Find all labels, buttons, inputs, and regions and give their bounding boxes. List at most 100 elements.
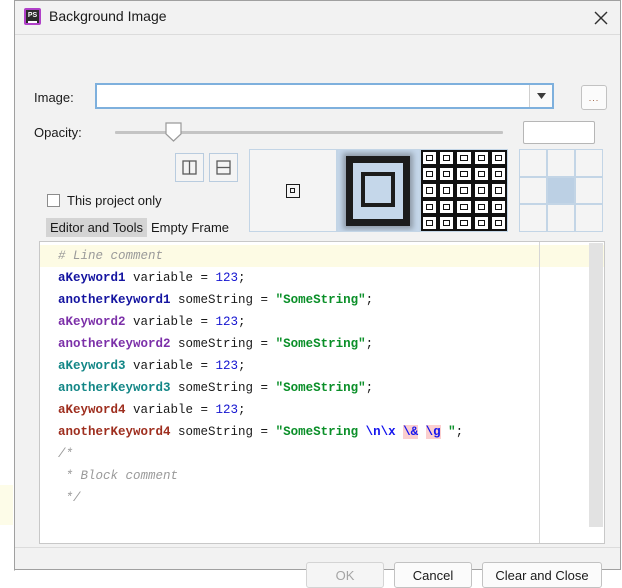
- tile-cell: [490, 150, 507, 166]
- code-token: variable =: [126, 403, 216, 417]
- checkbox-box[interactable]: [47, 194, 60, 207]
- code-token: "SomeString": [276, 337, 366, 351]
- scale-fill-icon: [346, 156, 410, 226]
- code-token: ": [441, 425, 456, 439]
- code-token: "SomeString": [276, 293, 366, 307]
- anchor-cell-middle-left[interactable]: [519, 177, 547, 205]
- tile-cell: [438, 166, 455, 182]
- code-token: \&: [403, 425, 418, 439]
- clear-and-close-button[interactable]: Clear and Close: [482, 562, 602, 588]
- chevron-down-icon[interactable]: [529, 85, 552, 107]
- tile-fill-icon: [421, 150, 507, 231]
- code-token: \n\x: [366, 425, 396, 439]
- tile-cell: [490, 182, 507, 198]
- tab-empty-frame[interactable]: Empty Frame: [147, 218, 233, 237]
- split-horizontal-icon: [216, 160, 231, 175]
- code-token: 123: [216, 271, 239, 285]
- code-token: */: [58, 491, 81, 505]
- anchor-cell-top-center[interactable]: [547, 149, 575, 177]
- tile-cell: [455, 150, 472, 166]
- code-token: anotherKeyword2: [58, 337, 171, 351]
- code-token: "SomeString: [276, 425, 366, 439]
- code-line: anotherKeyword3 someString = "SomeString…: [58, 377, 604, 399]
- tile-cell: [473, 215, 490, 231]
- code-token: someString =: [171, 425, 276, 439]
- preview-target-tabs: Editor and Tools Empty Frame: [46, 218, 233, 237]
- code-line: aKeyword3 variable = 123;: [58, 355, 604, 377]
- image-combobox[interactable]: [95, 83, 554, 109]
- opacity-spinner[interactable]: [523, 121, 595, 144]
- this-project-only-checkbox[interactable]: This project only: [47, 193, 162, 208]
- fill-mode-center[interactable]: [249, 149, 337, 232]
- code-token: variable =: [126, 271, 216, 285]
- anchor-cell-top-left[interactable]: [519, 149, 547, 177]
- tile-cell: [421, 215, 438, 231]
- fill-mode-scale[interactable]: [337, 149, 420, 232]
- split-vertical-button[interactable]: [175, 153, 204, 182]
- code-token: /*: [58, 447, 73, 461]
- code-token: someString =: [171, 381, 276, 395]
- code-line: * Block comment: [58, 465, 604, 487]
- code-token: aKeyword4: [58, 403, 126, 417]
- dialog-title: Background Image: [49, 8, 167, 24]
- anchor-cell-bottom-left[interactable]: [519, 204, 547, 232]
- code-token: "SomeString": [276, 381, 366, 395]
- code-preview-scrollbar[interactable]: [589, 243, 603, 527]
- anchor-cell-bottom-right[interactable]: [575, 204, 603, 232]
- code-token: variable =: [126, 315, 216, 329]
- fill-mode-tile[interactable]: [420, 149, 508, 232]
- tile-cell: [455, 215, 472, 231]
- code-line: anotherKeyword2 someString = "SomeString…: [58, 333, 604, 355]
- browse-image-button[interactable]: ...: [581, 85, 607, 110]
- code-token: \g: [426, 425, 441, 439]
- cancel-button[interactable]: Cancel: [394, 562, 472, 588]
- code-token: 123: [216, 403, 239, 417]
- tile-cell: [455, 166, 472, 182]
- anchor-cell-middle-right[interactable]: [575, 177, 603, 205]
- opacity-slider-thumb[interactable]: [165, 122, 182, 142]
- code-token: * Block comment: [58, 469, 178, 483]
- tile-cell: [421, 199, 438, 215]
- tile-cell: [438, 199, 455, 215]
- tile-cell: [438, 182, 455, 198]
- split-horizontal-button[interactable]: [209, 153, 238, 182]
- image-input[interactable]: [97, 85, 529, 107]
- code-line: aKeyword4 variable = 123;: [58, 399, 604, 421]
- browse-dots-icon: ...: [589, 96, 600, 100]
- dialog-body: Image: ... Opacity:: [15, 35, 620, 571]
- code-token: # Line comment: [58, 249, 163, 263]
- anchor-position-grid[interactable]: [519, 149, 603, 232]
- ok-button[interactable]: OK: [306, 562, 384, 588]
- code-token: [418, 425, 426, 439]
- backdrop-code-sliver: [0, 330, 13, 400]
- background-image-dialog: PS Background Image Image: ... Opacity:: [14, 0, 621, 570]
- code-line: /*: [58, 443, 604, 465]
- code-token: ;: [238, 315, 246, 329]
- code-token: someString =: [171, 337, 276, 351]
- image-field-label: Image:: [34, 90, 74, 105]
- tile-cell: [473, 182, 490, 198]
- tile-cell: [421, 182, 438, 198]
- code-token: ;: [238, 359, 246, 373]
- split-vertical-icon: [182, 160, 197, 175]
- opacity-slider[interactable]: [115, 130, 503, 134]
- code-token: ;: [366, 337, 374, 351]
- opacity-label: Opacity:: [34, 125, 82, 140]
- code-token: 123: [216, 315, 239, 329]
- code-line: */: [58, 487, 604, 509]
- code-line: aKeyword2 variable = 123;: [58, 311, 604, 333]
- code-token: variable =: [126, 359, 216, 373]
- dialog-titlebar: PS Background Image: [15, 1, 620, 35]
- code-preview-panel: # Line commentaKeyword1 variable = 123;a…: [39, 241, 605, 544]
- tile-cell: [490, 199, 507, 215]
- code-line: anotherKeyword4 someString = "SomeString…: [58, 421, 604, 443]
- code-token: ;: [238, 403, 246, 417]
- footer-divider: [15, 547, 620, 548]
- anchor-cell-bottom-center[interactable]: [547, 204, 575, 232]
- opacity-input[interactable]: [524, 122, 622, 143]
- tab-editor-and-tools[interactable]: Editor and Tools: [46, 218, 147, 237]
- anchor-cell-top-right[interactable]: [575, 149, 603, 177]
- code-token: aKeyword2: [58, 315, 126, 329]
- anchor-cell-middle-center[interactable]: [547, 177, 575, 205]
- close-icon[interactable]: [590, 7, 612, 29]
